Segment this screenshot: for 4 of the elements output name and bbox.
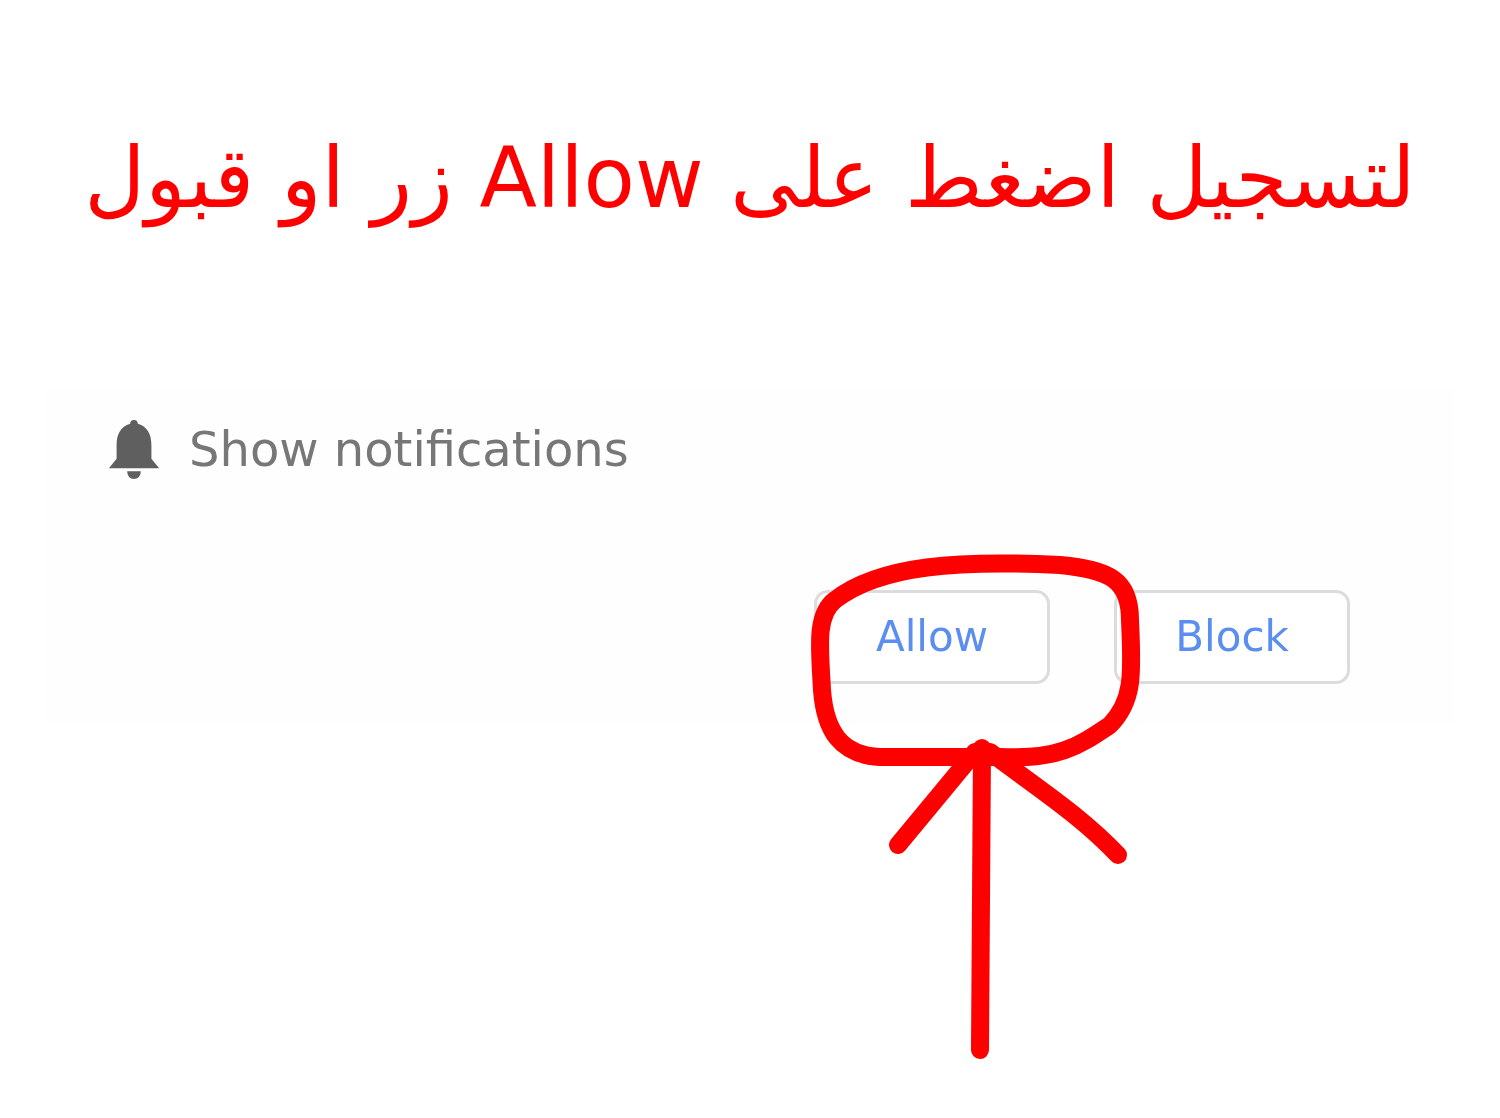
allow-button[interactable]: Allow	[814, 589, 1050, 684]
annotation-heading: لتسجيل اضغط على Allow زر او قبول	[83, 128, 1417, 230]
block-button[interactable]: Block	[1114, 589, 1350, 684]
prompt-title: Show notifications	[189, 420, 629, 477]
